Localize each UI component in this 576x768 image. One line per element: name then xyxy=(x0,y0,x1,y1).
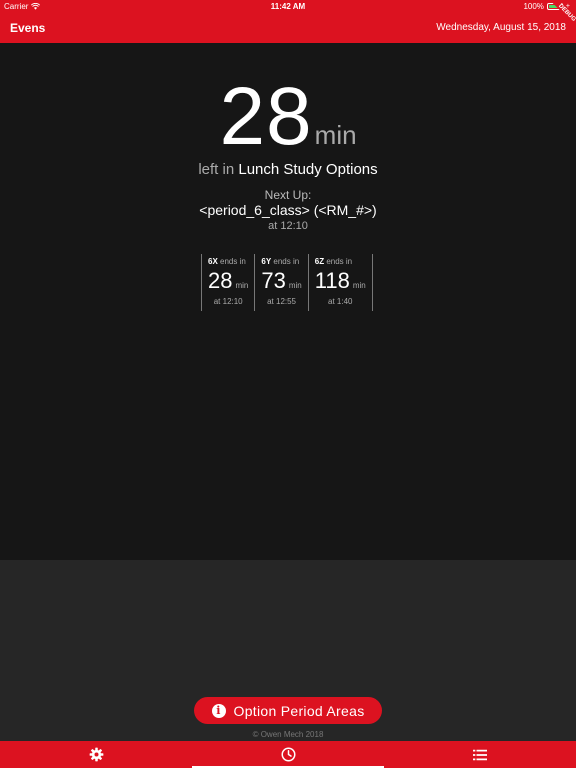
sub-period-minutes: 73 xyxy=(261,268,286,293)
list-icon xyxy=(473,749,487,760)
sub-period-minutes: 118 xyxy=(314,268,350,293)
header-date: Wednesday, August 15, 2018 xyxy=(436,22,566,33)
gear-icon xyxy=(89,747,103,762)
option-period-areas-button[interactable]: i Option Period Areas xyxy=(194,697,382,724)
sub-period-ends-label: ends in xyxy=(220,257,246,266)
sub-period-end-time: at 12:10 xyxy=(213,297,243,306)
schedule-day-title: Evens xyxy=(10,21,46,35)
tab-list[interactable] xyxy=(384,741,576,768)
status-time: 11:42 AM xyxy=(270,2,306,11)
minutes-remaining: 28min xyxy=(0,70,576,164)
sub-period-name: 6Z xyxy=(314,257,325,266)
sub-period-header: 6Y ends in xyxy=(261,257,301,266)
sub-period-end-time: at 12:55 xyxy=(267,297,297,306)
tab-bar xyxy=(0,741,576,768)
tab-schedule[interactable] xyxy=(192,741,384,768)
battery-percent: 100% xyxy=(523,2,544,11)
tab-settings[interactable] xyxy=(0,741,192,768)
copyright-text: © Owen Mech 2018 xyxy=(252,730,324,739)
clock-icon xyxy=(281,747,295,762)
sub-period-ends-label: ends in xyxy=(326,257,353,266)
sub-period-name: 6X xyxy=(208,257,218,266)
sub-period-header: 6X ends in xyxy=(208,257,248,266)
sub-period-name: 6Y xyxy=(261,257,272,266)
left-in-label: left in xyxy=(198,161,235,178)
sub-period-6x: 6X ends in 28 min at 12:10 xyxy=(201,254,254,311)
sub-period-6y: 6Y ends in 73 min at 12:55 xyxy=(254,254,307,311)
minutes-value: 28 xyxy=(219,71,313,162)
next-class-time: at 12:10 xyxy=(268,220,308,232)
current-class-name: Lunch Study Options xyxy=(238,161,378,178)
sub-period-unit: min xyxy=(288,281,302,290)
sub-period-remaining: 28 min xyxy=(208,268,248,294)
sub-period-unit: min xyxy=(352,281,366,290)
sub-period-minutes: 28 xyxy=(208,268,233,293)
next-up-label: Next Up: xyxy=(264,188,312,202)
sub-period-end-time: at 1:40 xyxy=(328,297,353,306)
sub-period-list: 6X ends in 28 min at 12:10 6Y ends in 73 m… xyxy=(201,254,373,311)
sub-period-header: 6Z ends in xyxy=(315,257,366,266)
status-bar: Carrier 11:42 AM 100% + xyxy=(0,0,576,12)
sub-period-remaining: 118 min xyxy=(315,268,366,294)
sub-period-ends-label: ends in xyxy=(273,257,300,266)
sub-period-remaining: 73 min xyxy=(261,268,301,294)
minutes-unit: min xyxy=(314,120,357,150)
sub-period-unit: min xyxy=(235,281,249,290)
next-class-name: <period_6_class> (<RM_#>) xyxy=(199,202,377,218)
sub-period-6z: 6Z ends in 118 min at 1:40 xyxy=(307,254,373,311)
info-icon: i xyxy=(211,703,226,718)
option-period-areas-label: Option Period Areas xyxy=(233,702,365,719)
current-period-line: left in Lunch Study Options xyxy=(0,161,576,178)
